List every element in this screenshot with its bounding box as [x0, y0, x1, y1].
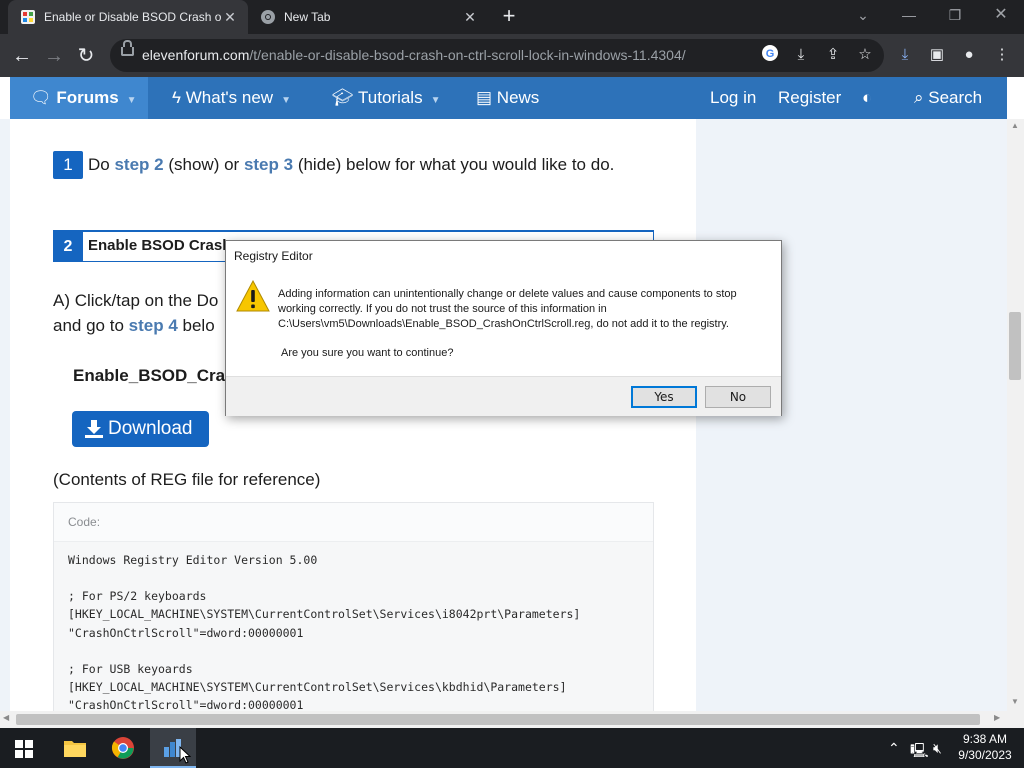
- install-app-icon[interactable]: ⤓: [790, 44, 812, 66]
- side-panel-icon[interactable]: ▣: [926, 44, 948, 66]
- style-toggle-icon[interactable]: ◐: [862, 77, 872, 119]
- nav-forums-label[interactable]: 🗨 Forums ▼: [30, 77, 137, 119]
- dialog-footer: [226, 376, 781, 416]
- code-header: [54, 503, 653, 542]
- step2-link[interactable]: step 2: [114, 155, 163, 174]
- chevron-down-icon[interactable]: ▼: [281, 95, 291, 106]
- code-line: [HKEY_LOCAL_MACHINE\SYSTEM\CurrentContro…: [68, 680, 567, 694]
- nav-search[interactable]: ⌕ Search: [914, 77, 982, 119]
- scroll-up-icon[interactable]: ▲: [1010, 121, 1020, 130]
- close-tab-icon[interactable]: ✕: [462, 9, 478, 26]
- code-line: [HKEY_LOCAL_MACHINE\SYSTEM\CurrentContro…: [68, 607, 581, 621]
- site-favicon-icon: [21, 10, 35, 24]
- file-explorer-icon[interactable]: [63, 738, 87, 758]
- contents-label: (Contents of REG file for reference): [53, 470, 321, 489]
- url-text[interactable]: elevenforum.com/t/enable-or-disable-bsod…: [142, 47, 686, 63]
- code-line: "CrashOnCtrlScroll"=dword:00000001: [68, 698, 304, 712]
- instruction-line2: and go to step 4 belo: [53, 316, 215, 335]
- scroll-left-icon[interactable]: ◀: [3, 713, 9, 722]
- restore-icon[interactable]: ❐: [932, 0, 978, 30]
- tab-new-tab[interactable]: New Tab ✕: [248, 0, 488, 34]
- nav-news[interactable]: ▤ News: [476, 77, 539, 119]
- chrome-taskbar-icon[interactable]: [111, 736, 135, 760]
- new-tab-icon[interactable]: +: [498, 5, 520, 27]
- minimize-icon[interactable]: —: [886, 0, 932, 30]
- nav-tutorials[interactable]: 🎓︎ Tutorials ▼: [332, 77, 440, 119]
- search-icon: ⌕: [914, 88, 924, 107]
- svg-text:G: G: [766, 48, 775, 60]
- clock-time: 9:38 AM: [962, 732, 1008, 746]
- dialog-question: Are you sure you want to continue?: [281, 347, 454, 359]
- nav-whats-new[interactable]: ϟ What's new ▼: [172, 77, 291, 119]
- scroll-right-icon[interactable]: ▶: [994, 713, 1000, 722]
- reload-icon[interactable]: ↻: [72, 42, 100, 70]
- step3-link[interactable]: step 3: [244, 155, 293, 174]
- code-line: "CrashOnCtrlScroll"=dword:00000001: [68, 626, 304, 640]
- nav-login[interactable]: Log in: [710, 77, 756, 119]
- reg-filename: Enable_BSOD_Cras: [73, 366, 235, 385]
- newspaper-icon: ▤: [476, 88, 493, 107]
- instruction-line1: A) Click/tap on the Do: [53, 291, 219, 310]
- yes-button[interactable]: Yes: [631, 386, 697, 408]
- taskbar-clock[interactable]: 9:38 AM 9/30/2023: [950, 731, 1020, 763]
- close-window-icon[interactable]: ✕: [978, 0, 1024, 30]
- section-number: 2: [53, 231, 83, 262]
- horizontal-scroll-thumb[interactable]: [16, 714, 980, 725]
- forums-icon: 🗨: [30, 88, 52, 107]
- page-gutter: [0, 119, 10, 723]
- volume-muted-icon[interactable]: 🔇︎: [933, 740, 942, 757]
- warning-icon: [236, 280, 270, 312]
- dialog-title: Registry Editor: [234, 249, 313, 263]
- mouse-cursor-icon: [179, 746, 191, 764]
- step-number: 1: [53, 151, 83, 179]
- downloads-icon[interactable]: ⤓: [894, 44, 916, 66]
- network-icon[interactable]: 🖳: [910, 740, 929, 764]
- dialog-message: Adding information can unintentionally c…: [278, 288, 737, 330]
- vertical-scrollbar[interactable]: [1007, 119, 1024, 723]
- start-windows-icon[interactable]: [15, 740, 33, 758]
- show-hidden-icons-icon[interactable]: ⌃: [888, 740, 900, 757]
- chrome-icon: [261, 10, 275, 24]
- share-icon[interactable]: ⇪: [822, 44, 844, 66]
- forward-icon[interactable]: →: [40, 42, 68, 70]
- bookmark-star-icon[interactable]: ☆: [854, 44, 876, 66]
- step4-link[interactable]: step 4: [129, 316, 178, 335]
- lock-icon[interactable]: [121, 40, 134, 56]
- tab-title: New Tab: [284, 10, 331, 24]
- code-line: ; For PS/2 keyboards: [68, 589, 207, 603]
- no-button[interactable]: No: [705, 386, 771, 408]
- chevron-down-icon[interactable]: ▼: [127, 95, 137, 106]
- clock-date: 9/30/2023: [958, 748, 1012, 762]
- section-title: Enable BSOD Crash: [88, 237, 232, 254]
- step1-text: Do step 2 (show) or step 3 (hide) below …: [88, 155, 615, 174]
- code-line: Windows Registry Editor Version 5.00: [68, 553, 318, 567]
- google-lens-icon[interactable]: G: [759, 44, 781, 66]
- vertical-scroll-thumb[interactable]: [1009, 312, 1021, 380]
- profile-icon[interactable]: ●: [958, 44, 980, 66]
- sidebar-area: [696, 119, 1007, 723]
- scroll-down-icon[interactable]: ▼: [1010, 697, 1020, 706]
- download-icon: [85, 420, 103, 438]
- close-tab-icon[interactable]: ✕: [222, 9, 238, 26]
- back-icon[interactable]: ←: [8, 42, 36, 70]
- chevron-down-icon[interactable]: ▼: [431, 95, 441, 106]
- graduation-cap-icon: 🎓︎: [332, 88, 354, 107]
- code-line: ; For USB keyoards: [68, 662, 193, 676]
- tab-active[interactable]: Enable or Disable BSOD Crash on ✕: [8, 0, 248, 34]
- nav-register[interactable]: Register: [778, 77, 841, 119]
- tab-search-icon[interactable]: ⌄: [840, 0, 886, 30]
- tab-title: Enable or Disable BSOD Crash on: [44, 10, 222, 24]
- bolt-icon: ϟ: [172, 88, 181, 107]
- code-label: Code:: [68, 515, 101, 529]
- menu-kebab-icon[interactable]: ⋮: [991, 44, 1013, 66]
